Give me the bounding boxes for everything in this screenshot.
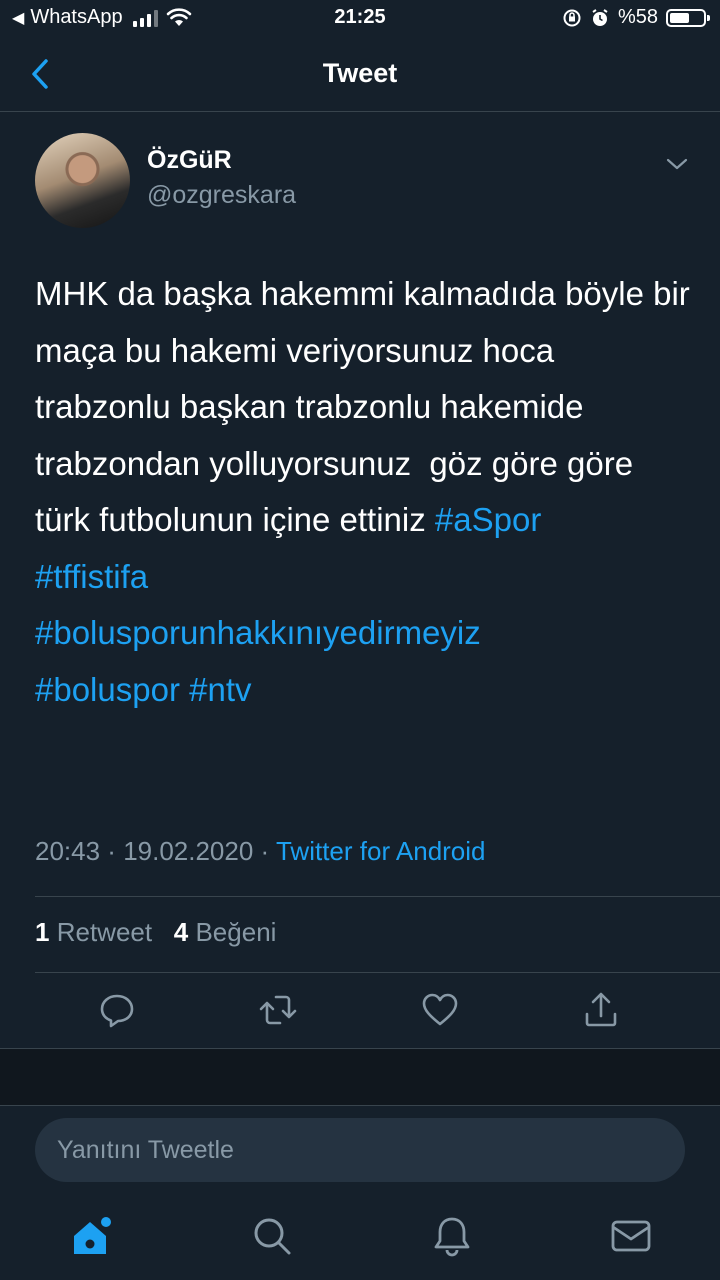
alarm-icon	[592, 8, 608, 26]
divider	[35, 896, 720, 897]
tweet-actions	[0, 990, 720, 1036]
author-display-name[interactable]: ÖzGüR	[147, 146, 232, 175]
chevron-down-icon[interactable]	[666, 156, 688, 172]
bell-icon[interactable]	[430, 1214, 474, 1258]
like-label: Beğeni	[195, 917, 277, 947]
reply-input[interactable]: Yanıtını Tweetle	[35, 1118, 685, 1182]
tweet-date: 19.02.2020	[123, 836, 254, 866]
status-bar: ◀ WhatsApp 21:25 %58	[0, 0, 720, 36]
retweets-stat[interactable]: 1 Retweet	[35, 917, 152, 947]
tweet-stats: 1 Retweet 4 Beğeni	[35, 917, 276, 948]
tab-bar	[0, 1200, 720, 1280]
hashtag-link[interactable]: #bolusporunhakkınıyedirmeyiz	[35, 614, 481, 651]
search-icon[interactable]	[250, 1214, 294, 1258]
hashtag-link[interactable]: #boluspor	[35, 671, 180, 708]
tweet-meta: 20:43 · 19.02.2020 · Twitter for Android	[35, 836, 486, 867]
nav-bar: Tweet	[0, 36, 720, 112]
hashtag-link[interactable]: #ntv	[189, 671, 251, 708]
battery-icon	[666, 8, 710, 27]
battery-fill	[670, 12, 689, 23]
like-count: 4	[173, 917, 189, 947]
retweet-count: 1	[35, 917, 50, 947]
tweet-source-link[interactable]: Twitter for Android	[276, 836, 486, 866]
reply-icon[interactable]	[97, 990, 137, 1030]
meta-separator: ·	[253, 836, 276, 866]
mail-icon[interactable]	[609, 1214, 653, 1258]
meta-separator: ·	[100, 836, 124, 866]
battery-percent: %58	[617, 6, 658, 28]
divider	[0, 1105, 720, 1106]
tweet-body-text: MHK da başka hakemmi kalmadıda böyle bir…	[35, 275, 699, 538]
tweet-text: MHK da başka hakemmi kalmadıda böyle bir…	[35, 266, 695, 718]
likes-stat[interactable]: 4 Beğeni	[174, 917, 277, 947]
empty-area	[0, 1049, 720, 1105]
hashtag-link[interactable]: #aSpor	[435, 501, 541, 538]
retweet-label: Retweet	[56, 917, 153, 947]
status-right: %58	[562, 6, 710, 29]
rotation-lock-icon	[563, 9, 581, 26]
retweet-icon[interactable]	[258, 990, 298, 1030]
author-handle[interactable]: @ozgreskara	[147, 181, 296, 210]
home-icon[interactable]	[70, 1214, 114, 1258]
hashtag-link[interactable]: #tffistifa	[35, 558, 148, 595]
page-title: Tweet	[322, 58, 398, 88]
share-icon[interactable]	[581, 990, 621, 1030]
divider	[35, 972, 720, 973]
avatar[interactable]	[35, 133, 130, 228]
tweet-time: 20:43	[35, 836, 101, 866]
heart-icon[interactable]	[420, 990, 460, 1030]
